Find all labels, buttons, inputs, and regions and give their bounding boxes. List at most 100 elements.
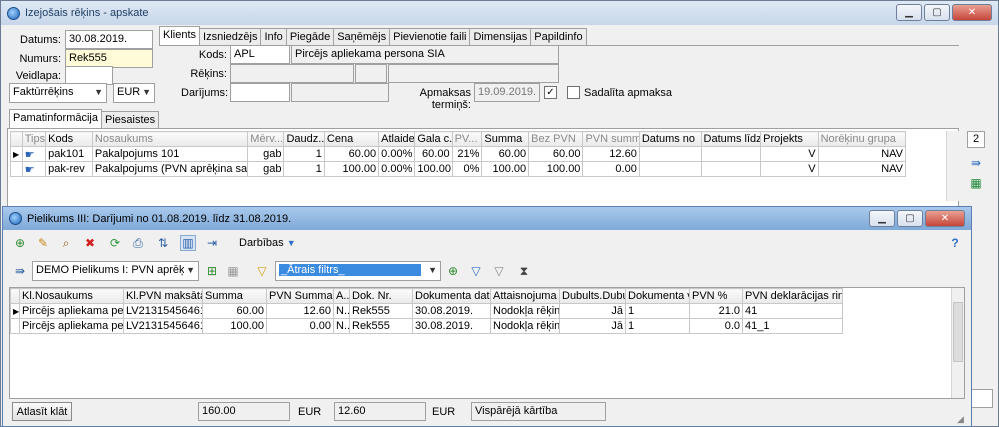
tab-pievienotie-faili[interactable]: Pievienotie faili	[389, 28, 471, 45]
column-header[interactable]: Tips	[21, 131, 47, 147]
cell[interactable]: 0.0	[689, 318, 743, 334]
tab-info[interactable]: Info	[260, 28, 287, 45]
column-header[interactable]: PVN summa	[582, 131, 640, 147]
document-type-select[interactable]: Faktūrrēķins ▼	[9, 83, 107, 103]
table-row[interactable]: Pircējs apliekama pers... LV213154564613…	[10, 318, 843, 334]
cell[interactable]: NAV	[817, 161, 907, 177]
view-icon[interactable]: ⌕	[58, 235, 74, 251]
datums-field[interactable]: 30.08.2019.	[65, 30, 153, 49]
table-row[interactable]: ▶ ☛ pak101 Pakalpojums 101 gab 1 60.00 0…	[10, 146, 907, 162]
column-header[interactable]: PVN deklarācijas rinda	[742, 288, 843, 304]
edit-filter-icon[interactable]: ▽	[468, 263, 484, 279]
column-header[interactable]: Cena	[323, 131, 380, 147]
kods-field[interactable]: APL	[230, 45, 290, 64]
cell[interactable]: 100.00	[323, 161, 380, 177]
tab-pamatinformacija[interactable]: Pamatinformācija	[9, 109, 102, 128]
column-header[interactable]: Datums no	[638, 131, 702, 147]
report-icon[interactable]: ⇛	[12, 263, 28, 279]
cell[interactable]: 100.00	[202, 318, 267, 334]
cell[interactable]: 12.60	[266, 303, 334, 319]
cell[interactable]: 0.00	[582, 161, 640, 177]
cell[interactable]: 60.00	[202, 303, 267, 319]
apmaksas-checkbox[interactable]: ✓	[544, 86, 557, 99]
cell[interactable]: 60.00	[323, 146, 380, 162]
cell[interactable]: 100.00	[528, 161, 584, 177]
cell[interactable]: 12.60	[582, 146, 640, 162]
indent-icon[interactable]: ⇥	[204, 235, 220, 251]
column-header[interactable]: Dokumenta v...	[625, 288, 690, 304]
rekins-field-1[interactable]	[230, 64, 354, 83]
cell[interactable]: 0.00%	[378, 146, 416, 162]
dialog-grid-vertical-scrollbar[interactable]	[951, 288, 964, 398]
refresh-icon[interactable]: ⟳	[107, 235, 123, 251]
quick-filter-select[interactable]: _Ātrais filtrs_ ▼	[275, 261, 441, 281]
edit-icon[interactable]: ✎	[35, 235, 51, 251]
add-filter-icon[interactable]: ⊕	[445, 263, 461, 279]
cell[interactable]: Pircējs apliekama pers...	[19, 303, 124, 319]
cell[interactable]: Nodokļa rēķins	[490, 318, 560, 334]
tab-piesaistes[interactable]: Piesaistes	[100, 111, 160, 128]
cell[interactable]: Pircējs apliekama pers...	[19, 318, 124, 334]
cell[interactable]: Rek555	[349, 303, 413, 319]
table-row[interactable]: ▶ Pircējs apliekama pers... LV2131545646…	[10, 303, 843, 319]
tab-dimensijas[interactable]: Dimensijas	[469, 28, 532, 45]
tab-izsniedzejs[interactable]: Izsniedzējs	[199, 28, 262, 45]
cell[interactable]: Nodokļa rēķins	[490, 303, 560, 319]
rekins-field-3[interactable]	[388, 64, 559, 83]
column-header[interactable]: Attaisnojuma ...	[490, 288, 560, 304]
cell[interactable]: 1	[625, 303, 690, 319]
column-header[interactable]: PVN Summa	[266, 288, 334, 304]
cell[interactable]: gab	[247, 161, 285, 177]
cell[interactable]	[700, 146, 762, 162]
cell[interactable]: 21%	[451, 146, 483, 162]
add-report-icon[interactable]: ⊞	[204, 263, 220, 279]
dialog-close-button[interactable]: ✕	[925, 210, 965, 227]
cell[interactable]: gab	[247, 146, 285, 162]
column-header[interactable]: PVN %	[689, 288, 743, 304]
column-header[interactable]: Mērv...	[247, 131, 285, 147]
new-icon[interactable]: ⊕	[12, 235, 28, 251]
cell[interactable]: Jā	[559, 318, 626, 334]
cell[interactable]: 100.00	[481, 161, 530, 177]
cell[interactable]: V	[760, 161, 819, 177]
cell[interactable]: N...	[333, 318, 350, 334]
cell[interactable]: V	[760, 146, 819, 162]
chart-icon[interactable]: ⧗	[516, 263, 532, 279]
close-button[interactable]: ✕	[952, 4, 992, 21]
cell[interactable]: 1	[283, 161, 325, 177]
cell[interactable]: Pakalpojums 101	[91, 146, 249, 162]
scrollbar-thumb[interactable]	[953, 302, 963, 362]
cell[interactable]: 60.00	[528, 146, 584, 162]
darbibas-menu[interactable]: Darbības ▼	[239, 237, 296, 249]
dialog-maximize-button[interactable]: ▢	[897, 210, 923, 227]
atlasit-klat-button[interactable]: Atlasīt klāt	[12, 402, 72, 421]
tab-papildinfo[interactable]: Papildinfo	[530, 28, 587, 45]
delete-icon[interactable]: ✖	[82, 235, 98, 251]
column-header[interactable]: Nosaukums	[91, 131, 249, 147]
column-header[interactable]: A...	[333, 288, 350, 304]
cell[interactable]: 0.00	[266, 318, 334, 334]
column-header[interactable]: Summa	[202, 288, 267, 304]
column-header[interactable]: Gala c...	[414, 131, 453, 147]
dialog-minimize-button[interactable]: ▁	[869, 210, 895, 227]
sadalita-apmaksa-checkbox[interactable]	[567, 86, 580, 99]
resize-grip-icon[interactable]: ◢	[957, 414, 964, 425]
column-header[interactable]: Kods	[45, 131, 93, 147]
cell[interactable]: 41_1	[742, 318, 843, 334]
cell[interactable]: 0.00%	[378, 161, 416, 177]
arrow-right-icon[interactable]: ⇛	[968, 155, 984, 171]
cell[interactable]: N...	[333, 303, 350, 319]
cell[interactable]: LV213154564613	[123, 318, 203, 334]
cell[interactable]	[700, 161, 762, 177]
column-header[interactable]: Atlaide	[378, 131, 416, 147]
tab-klients[interactable]: Klients	[159, 26, 201, 45]
print-icon[interactable]: ⎙	[130, 235, 146, 251]
cell[interactable]: Rek555	[349, 318, 413, 334]
column-header[interactable]: Dubults.Dubults	[559, 288, 626, 304]
report-select[interactable]: DEMO Pielikums I: PVN aprēķins par a▼	[32, 261, 199, 281]
column-header[interactable]: Bez PVN	[528, 131, 584, 147]
cell[interactable]: 30.08.2019.	[412, 318, 491, 334]
table-row[interactable]: ☛ pak-rev Pakalpojums (PVN aprēķina saņē…	[10, 161, 907, 177]
cell[interactable]: pak101	[45, 146, 93, 162]
cell[interactable]: LV213154564613	[123, 303, 203, 319]
